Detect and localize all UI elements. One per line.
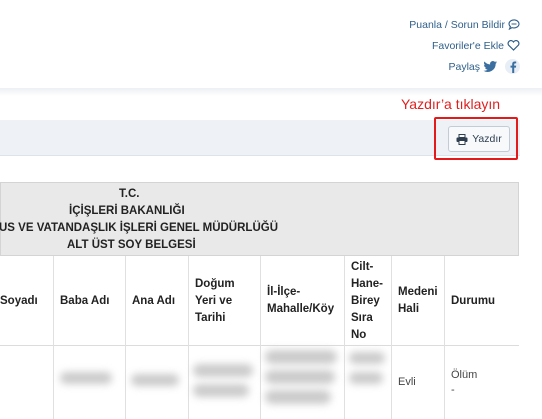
section-divider xyxy=(0,88,542,96)
col-surname: Soyadı xyxy=(0,294,38,307)
header-line-title: ALT ÜST SOY BELGESİ xyxy=(67,239,196,251)
share-label: Paylaş xyxy=(448,60,480,73)
cell-birthplace-date xyxy=(188,346,260,419)
table-header-row: Soyadı Baba Adı Ana Adı Doğum Yeri ve Ta… xyxy=(0,256,519,346)
cell-surname xyxy=(0,346,53,419)
comment-icon xyxy=(508,19,520,30)
header-line-ministry: İÇİŞLERİ BAKANLIĞI xyxy=(69,205,185,217)
redacted-text xyxy=(131,374,179,386)
status-death-label: Ölüm xyxy=(451,369,478,381)
redacted-text xyxy=(349,352,385,364)
col-status: Durumu xyxy=(444,256,519,346)
col-province-district: İl-İlçe-Mahalle/Köy xyxy=(260,256,344,346)
share-row: Paylaş xyxy=(409,56,520,77)
header-line-tc: T.C. xyxy=(119,188,140,200)
redacted-text xyxy=(265,350,337,364)
cell-marital-status: Evli xyxy=(391,346,444,419)
redacted-text xyxy=(193,364,253,377)
col-mother-name: Ana Adı xyxy=(125,256,188,346)
cell-status: Ölüm - xyxy=(444,346,519,419)
redacted-text xyxy=(349,372,383,384)
status-dash: - xyxy=(451,384,455,396)
rate-report-label[interactable]: Puanla / Sorun Bildir xyxy=(409,19,505,31)
redacted-text xyxy=(265,370,335,384)
favorites-link[interactable]: Favoriler'e Ekle xyxy=(409,35,520,56)
instruction-annotation: Yazdır’a tıklayın xyxy=(401,96,501,112)
col-volume-household-no: Cilt-Hane-Birey Sıra No xyxy=(344,256,391,346)
redacted-text xyxy=(193,384,249,397)
document-header: T.C. İÇİŞLERİ BAKANLIĞI US VE VATANDAŞLI… xyxy=(0,182,519,256)
col-marital-status: Medeni Hali xyxy=(391,256,444,346)
print-button-highlight xyxy=(434,117,518,160)
redacted-text xyxy=(60,372,112,384)
col-father-name: Baba Adı xyxy=(53,256,125,346)
facebook-icon[interactable] xyxy=(505,59,520,74)
cell-volume-household-no xyxy=(344,346,391,419)
rate-report-link[interactable]: Puanla / Sorun Bildir xyxy=(409,14,520,35)
table-row: Evli Ölüm - xyxy=(0,346,519,419)
cell-father-name xyxy=(53,346,125,419)
redacted-text xyxy=(265,390,331,404)
header-line-directorate: US VE VATANDAŞLIK İŞLERİ GENEL MÜDÜRLÜĞÜ xyxy=(0,222,278,234)
twitter-icon[interactable] xyxy=(483,60,498,73)
cell-mother-name xyxy=(125,346,188,419)
heart-icon xyxy=(507,40,520,51)
favorites-label[interactable]: Favoriler'e Ekle xyxy=(432,40,504,52)
cell-province-district xyxy=(260,346,344,419)
top-links: Puanla / Sorun Bildir Favoriler'e Ekle P… xyxy=(409,14,520,77)
col-birthplace-date: Doğum Yeri ve Tarihi xyxy=(188,256,260,346)
